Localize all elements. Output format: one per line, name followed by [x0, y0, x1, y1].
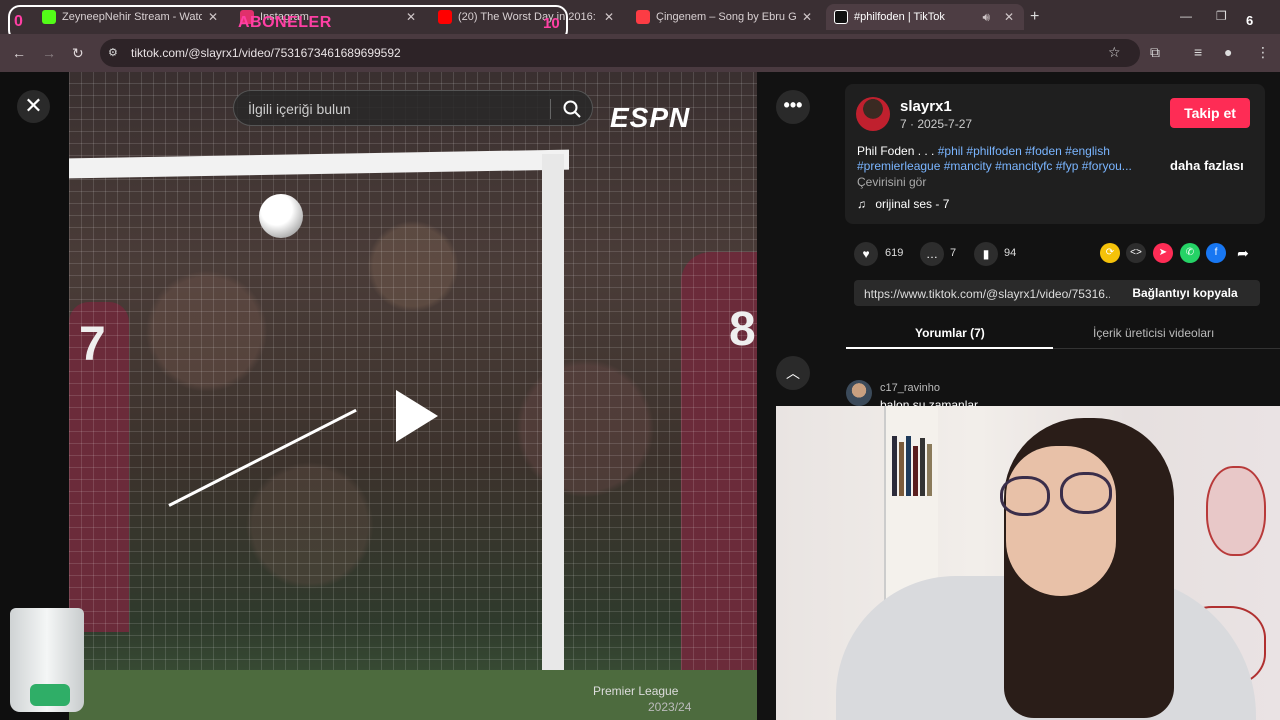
streamer-face	[1006, 446, 1116, 596]
season-watermark: 2023/24	[648, 700, 692, 714]
caption-hashtags-1[interactable]: #phil #philfoden #foden #english	[938, 144, 1110, 158]
previous-video-button[interactable]: ︿	[776, 356, 810, 390]
glasses-lens	[1060, 472, 1112, 514]
media-controls-icon[interactable]: ≡	[1194, 44, 1202, 60]
save-count: 94	[1004, 247, 1017, 259]
close-tab-icon[interactable]: ✕	[802, 10, 812, 24]
send-to-friends-icon[interactable]: ➤	[1153, 243, 1173, 263]
repost-icon[interactable]: ⟳	[1100, 243, 1120, 263]
embed-code-icon[interactable]: <>	[1126, 243, 1146, 263]
like-count: 619	[885, 247, 904, 259]
facebook-icon[interactable]: f	[1206, 243, 1226, 263]
overlay-right-count: 6	[1246, 13, 1254, 28]
music-note-icon: ♫	[857, 197, 866, 211]
book	[927, 444, 932, 496]
play-icon[interactable]	[396, 390, 438, 442]
see-translation-link[interactable]: Çevirisini gör	[857, 175, 926, 189]
site-settings-icon[interactable]: ⚙	[108, 46, 118, 59]
copy-link-button[interactable]: Bağlantıyı kopyala	[1110, 280, 1260, 306]
close-tab-icon[interactable]: ✕	[1004, 10, 1014, 24]
speaker-icon[interactable]: 🔊︎	[982, 10, 990, 25]
forward-icon[interactable]: →	[42, 45, 56, 61]
profile-avatar[interactable]: ●	[1224, 44, 1232, 60]
caption-author: Phil Foden . . .	[857, 144, 935, 158]
reload-icon[interactable]: ↻	[72, 45, 84, 62]
post-link-field[interactable]: https://www.tiktok.com/@slayrx1/video/75…	[864, 287, 1119, 301]
new-tab-button[interactable]: +	[1030, 8, 1039, 26]
music-app-icon	[636, 10, 650, 24]
close-tab-icon[interactable]: ✕	[604, 10, 614, 24]
comment-author[interactable]: c17_ravinho	[880, 382, 940, 394]
whatsapp-icon[interactable]: ✆	[1180, 243, 1200, 263]
comment-count: 7	[950, 247, 957, 259]
active-tab-indicator	[846, 347, 1053, 349]
comment-bubble-icon[interactable]: …	[920, 242, 944, 266]
overlay-subscriber-count: 10	[543, 15, 560, 32]
search-input[interactable]: İlgili içeriği bulun	[248, 101, 351, 117]
url-field[interactable]: tiktok.com/@slayrx1/video/75316734616896…	[131, 46, 401, 60]
video-player[interactable]: 7 8 ESPN Premier League 2023/24	[69, 72, 757, 720]
sound-name[interactable]: orijinal ses - 7	[875, 197, 949, 211]
tab-title: Çingenem – Song by Ebru Günd	[656, 11, 796, 23]
overlay-subscribers-label: ABONELER	[238, 14, 332, 31]
glasses-lens	[1000, 476, 1050, 516]
follow-button[interactable]: Takip et	[1170, 98, 1250, 128]
search-divider	[550, 99, 551, 119]
caption-line-1: Phil Foden . . . #phil #philfoden #foden…	[857, 144, 1110, 158]
tiktok-icon	[834, 10, 848, 24]
webcam-overlay	[776, 406, 1280, 720]
minimize-icon[interactable]: —	[1180, 9, 1192, 23]
share-arrow-icon[interactable]: ➦	[1233, 243, 1253, 263]
caption-hashtags-2[interactable]: #premierleague #mancity #mancityfc #fyp …	[857, 159, 1132, 173]
wall-drawing	[1206, 466, 1266, 556]
goal-post	[542, 154, 564, 684]
close-video-button[interactable]: ✕	[17, 90, 50, 123]
related-search-bar[interactable]: İlgili içeriği bulun	[233, 90, 593, 126]
extensions-icon[interactable]: ⧉	[1150, 44, 1160, 61]
back-icon[interactable]: ←	[12, 45, 26, 61]
book	[899, 442, 904, 496]
tab-title: #philfoden | TikTok	[854, 11, 945, 23]
bookmark-icon[interactable]: ▮	[974, 242, 998, 266]
search-icon[interactable]	[562, 99, 582, 119]
book	[913, 446, 918, 496]
football	[259, 194, 303, 238]
post-meta: 7 · 2025-7-27	[900, 117, 973, 131]
overlay-cup-fill	[30, 684, 70, 706]
overlay-left-count: 0	[14, 13, 23, 30]
tab-creator-videos[interactable]: İçerik üreticisi videoları	[1093, 326, 1214, 340]
sound-link[interactable]: ♫ orijinal ses - 7	[857, 197, 949, 211]
book	[920, 438, 925, 496]
tab-apple-music[interactable]: Çingenem – Song by Ebru Günd ✕	[628, 4, 822, 30]
tab-tiktok[interactable]: #philfoden | TikTok 🔊︎ ✕	[826, 4, 1024, 30]
premier-league-watermark: Premier League	[593, 684, 679, 698]
more-caption-link[interactable]: daha fazlası	[1170, 158, 1244, 173]
comment-avatar[interactable]	[846, 380, 872, 406]
username[interactable]: slayrx1	[900, 98, 952, 115]
bookmark-star-icon[interactable]: ☆	[1108, 44, 1121, 61]
book	[906, 436, 911, 496]
tab-comments[interactable]: Yorumlar (7)	[915, 326, 985, 340]
restore-icon[interactable]: ❐	[1216, 9, 1227, 23]
more-options-button[interactable]: •••	[776, 90, 810, 124]
browser-menu-icon[interactable]: ⋮	[1256, 44, 1270, 61]
avatar[interactable]	[856, 97, 890, 131]
book	[892, 436, 897, 496]
espn-logo: ESPN	[610, 102, 691, 133]
like-heart-icon[interactable]: ♥	[854, 242, 878, 266]
